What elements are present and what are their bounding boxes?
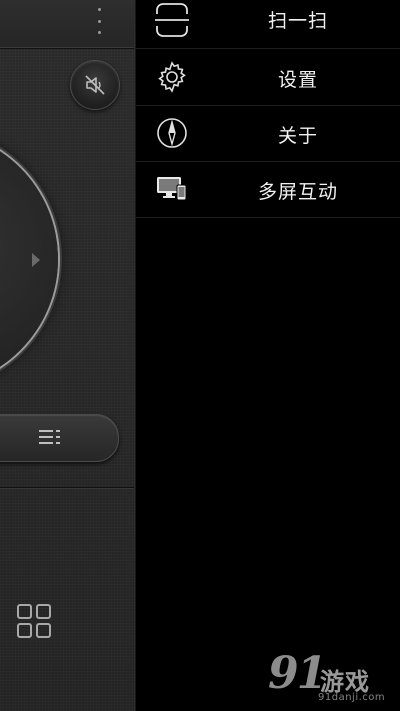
remote-header xyxy=(0,0,136,48)
menu-lines-icon xyxy=(39,430,60,444)
scan-icon xyxy=(154,2,190,38)
menu-item-label: 多屏互动 xyxy=(257,181,338,203)
menu-item-multi-screen[interactable]: 多屏互动 xyxy=(136,161,400,218)
multi-screen-icon xyxy=(154,171,190,207)
volume-mute-icon xyxy=(85,75,105,95)
drawer-menu: 扫一扫 设置 关于 多屏互动 xyxy=(136,0,400,711)
mute-button[interactable] xyxy=(70,60,120,110)
gear-icon xyxy=(154,59,190,95)
menu-item-about[interactable]: 关于 xyxy=(136,105,400,162)
watermark-logo: 91 游戏 91danji.com xyxy=(268,652,396,708)
grid-apps-icon[interactable] xyxy=(17,604,51,638)
app-screen: 扫一扫 设置 关于 多屏互动 91 游戏 91danji.com xyxy=(0,0,400,711)
watermark-brand: 91 xyxy=(268,648,327,699)
panel-divider xyxy=(0,487,136,488)
more-vertical-icon[interactable] xyxy=(92,8,106,34)
menu-item-label: 扫一扫 xyxy=(267,10,328,32)
compass-icon xyxy=(154,115,190,151)
dpad-ring[interactable] xyxy=(0,130,58,388)
watermark-domain: 91danji.com xyxy=(318,692,386,703)
menu-item-settings[interactable]: 设置 xyxy=(136,49,400,106)
menu-item-scan[interactable]: 扫一扫 xyxy=(136,0,400,49)
menu-item-label: 关于 xyxy=(277,125,318,147)
menu-item-label: 设置 xyxy=(277,69,318,91)
remote-panel xyxy=(0,0,136,711)
chevron-right-icon[interactable] xyxy=(31,252,41,268)
